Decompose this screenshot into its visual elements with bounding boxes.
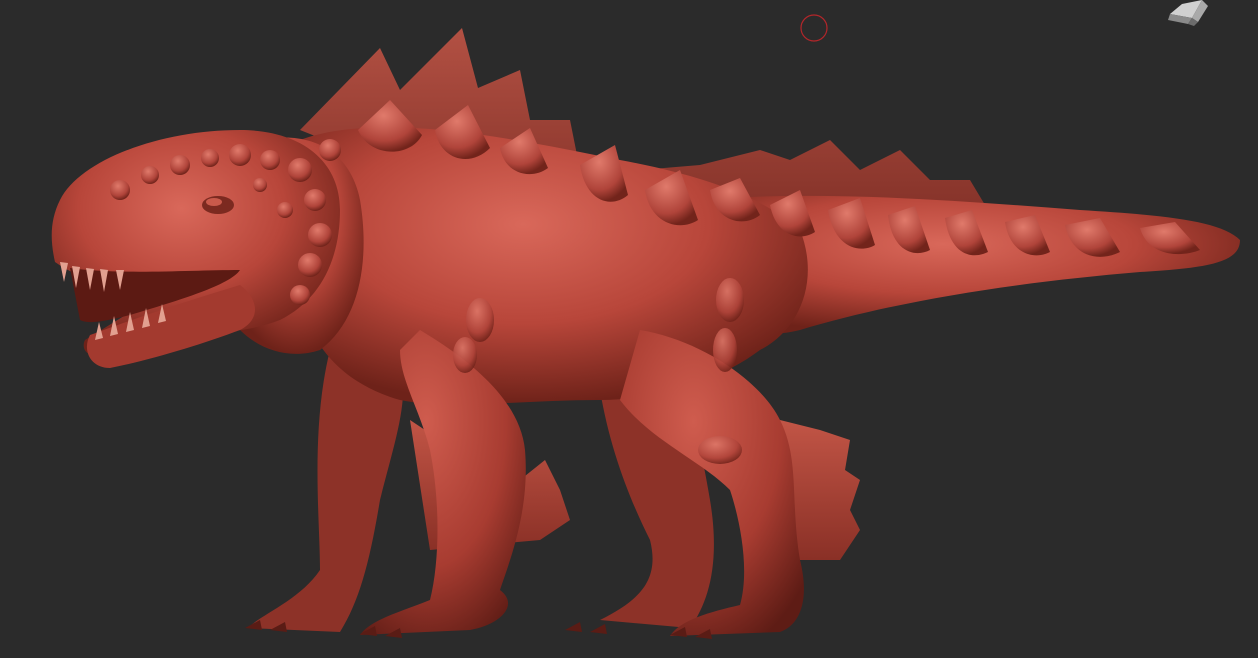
navigation-cube-icon[interactable]: [1162, 0, 1218, 26]
brush-cursor-icon: [800, 14, 828, 42]
sculpt-model[interactable]: [0, 0, 1258, 658]
3d-viewport[interactable]: [0, 0, 1258, 658]
